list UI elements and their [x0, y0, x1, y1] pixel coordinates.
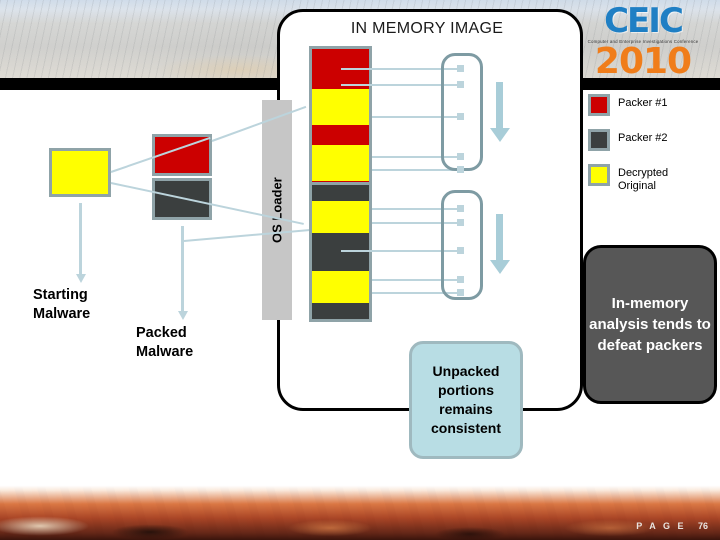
- legend-item-packer2: Packer #2: [588, 129, 718, 151]
- memory-segment-decrypted-a: [312, 89, 369, 125]
- footer-page-word: P A G E: [636, 521, 686, 531]
- bracket-marker: [457, 166, 464, 173]
- memory-segment-packer2-b: [312, 233, 369, 271]
- bracket-marker: [457, 205, 464, 212]
- starting-malware-block: [49, 148, 111, 197]
- os-loader-label: OS Loader: [269, 177, 285, 243]
- bracket-marker: [457, 289, 464, 296]
- legend-swatch-packer1: [588, 94, 610, 116]
- starting-malware-label: Starting Malware: [33, 287, 91, 322]
- memory-segment-decrypted-b: [312, 145, 369, 181]
- defeat-packers-text: In-memory analysis tends to defeat packe…: [589, 295, 711, 354]
- unpacked-portions-text: Unpacked portions remains consistent: [430, 363, 501, 436]
- unpacked-portions-callout: Unpacked portions remains consistent: [409, 341, 523, 459]
- legend-label-packer2: Packer #2: [618, 132, 668, 144]
- logo-name: CEIC: [604, 1, 684, 41]
- memory-segment-packer1-b: [312, 125, 369, 145]
- memory-connector-line: [341, 84, 457, 86]
- panel-title: IN MEMORY IMAGE: [350, 20, 504, 37]
- defeat-packers-callout: In-memory analysis tends to defeat packe…: [583, 245, 717, 404]
- bracket-marker: [457, 219, 464, 226]
- logo-year: 2010: [594, 41, 692, 82]
- bracket-marker: [457, 65, 464, 72]
- memory-connector-line: [372, 169, 457, 171]
- bracket-marker: [457, 113, 464, 120]
- legend-item-packer1: Packer #1: [588, 94, 718, 116]
- memory-segment-packer2-c: [312, 303, 369, 319]
- memory-connector-line: [341, 250, 457, 252]
- bracket-marker: [457, 247, 464, 254]
- starting-malware-arrow: [75, 203, 86, 283]
- memory-flow-arrow-lower: [489, 214, 510, 274]
- footer: P A G E 76: [636, 521, 708, 531]
- bracket-marker: [457, 81, 464, 88]
- memory-segment-packer2-a: [312, 185, 369, 201]
- memory-flow-arrow-upper: [489, 82, 510, 142]
- memory-segment-decrypted-c: [312, 201, 369, 233]
- memory-segment-decrypted-d: [312, 271, 369, 303]
- ceic-logo: CEIC Computer and Enterprise Investigati…: [574, 1, 712, 82]
- packed-malware-label: Packed Malware: [136, 325, 194, 360]
- bracket-marker: [457, 276, 464, 283]
- legend: Packer #1 Packer #2 Decrypted Original: [588, 94, 718, 206]
- legend-swatch-packer2: [588, 129, 610, 151]
- packed-malware-arrow: [177, 226, 188, 320]
- legend-swatch-decrypted: [588, 164, 610, 186]
- legend-label-decrypted: Decrypted Original: [618, 167, 669, 192]
- bracket-marker: [457, 153, 464, 160]
- background-bottom-photo: [0, 482, 720, 540]
- footer-page-number: 76: [697, 521, 708, 531]
- legend-item-decrypted: Decrypted Original: [588, 164, 718, 193]
- legend-label-packer1: Packer #1: [618, 97, 668, 109]
- memory-lower-stack: [309, 182, 372, 322]
- memory-connector-line: [341, 68, 457, 70]
